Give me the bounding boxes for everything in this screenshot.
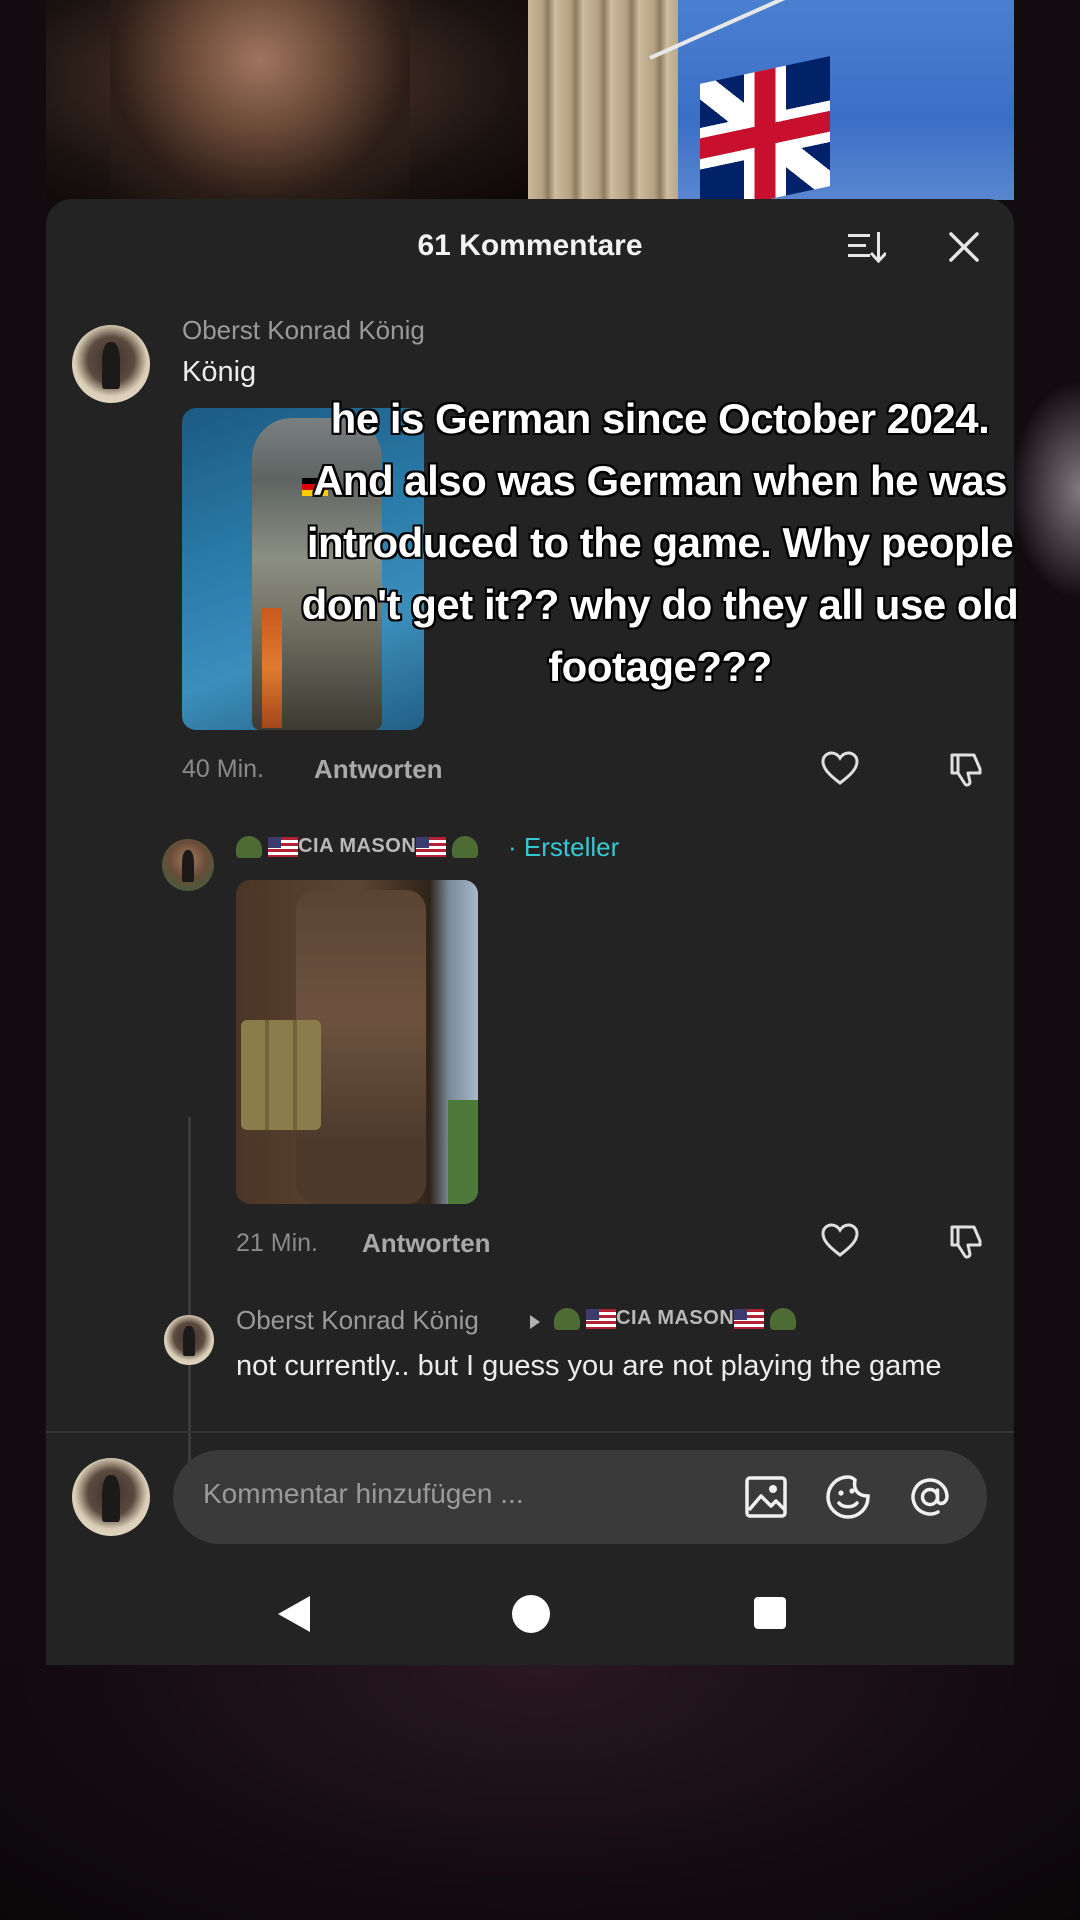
- comment-time: 21 Min.: [236, 1229, 318, 1257]
- emoji-icon[interactable]: [825, 1474, 871, 1520]
- helmet-emoji: [236, 835, 262, 858]
- back-nav-icon[interactable]: [276, 1594, 312, 1634]
- comment-image[interactable]: [236, 880, 478, 1204]
- dislike-icon[interactable]: [946, 749, 986, 789]
- close-icon[interactable]: [946, 229, 982, 265]
- comment-input-placeholder: Kommentar hinzufügen ...: [203, 1478, 524, 1509]
- comment-text: not currently.. but I guess you are not …: [236, 1350, 942, 1382]
- avatar[interactable]: [72, 325, 150, 403]
- background-union-flag: [700, 56, 830, 214]
- sort-icon[interactable]: [846, 229, 886, 265]
- helmet-emoji: [770, 1307, 797, 1330]
- comment-text: König: [182, 356, 257, 388]
- comment-time: 40 Min.: [182, 755, 264, 783]
- image-icon[interactable]: [743, 1474, 789, 1520]
- us-flag-emoji: [734, 1308, 765, 1329]
- comment-username[interactable]: CIA MASON: [236, 835, 479, 858]
- recents-nav-icon[interactable]: [754, 1597, 786, 1629]
- avatar[interactable]: [162, 839, 214, 891]
- us-flag-emoji: [416, 836, 447, 857]
- background-lower: [0, 1665, 1080, 1920]
- home-nav-icon[interactable]: [512, 1595, 550, 1633]
- avatar[interactable]: [164, 1315, 214, 1365]
- comment-image-detail: [262, 608, 282, 728]
- reply-arrow-icon: [530, 1315, 540, 1329]
- heart-icon[interactable]: [820, 749, 860, 789]
- helmet-emoji: [554, 1307, 580, 1330]
- us-flag-emoji: [586, 1308, 617, 1329]
- composer-divider: [46, 1431, 1014, 1433]
- reply-button[interactable]: Antworten: [314, 754, 443, 785]
- dislike-icon[interactable]: [946, 1221, 986, 1261]
- at-icon[interactable]: [907, 1474, 953, 1520]
- us-flag-emoji: [268, 836, 299, 857]
- reply-to-username[interactable]: CIA MASON: [554, 1307, 797, 1330]
- avatar: [72, 1458, 150, 1536]
- heart-icon[interactable]: [820, 1221, 860, 1261]
- comment-image-pouch: [241, 1020, 321, 1130]
- creator-badge: · Ersteller: [508, 832, 620, 862]
- comment-image-tree: [448, 1100, 478, 1204]
- comment-username[interactable]: Oberst Konrad König: [236, 1305, 479, 1336]
- thread-line: [188, 1117, 191, 1489]
- comment-username[interactable]: Oberst Konrad König: [182, 315, 425, 346]
- comment-input[interactable]: Kommentar hinzufügen ...: [173, 1450, 987, 1544]
- background-portrait: [110, 0, 410, 200]
- reply-button[interactable]: Antworten: [362, 1228, 491, 1259]
- video-caption: he is German since October 2024. And als…: [301, 395, 1019, 690]
- background-building: [528, 0, 678, 200]
- helmet-emoji: [452, 835, 479, 858]
